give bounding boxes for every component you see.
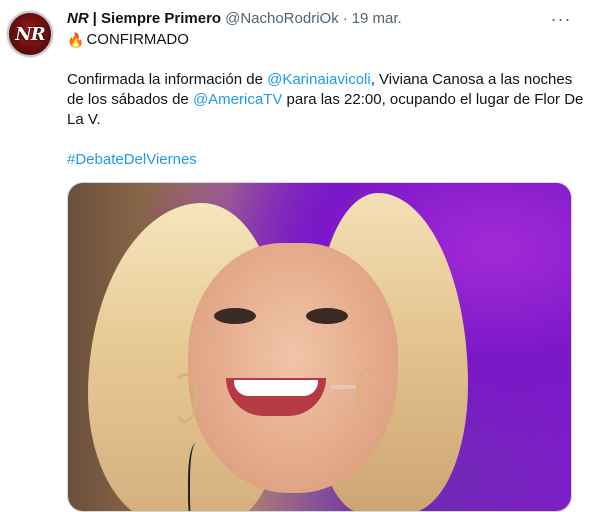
right-earring-shape	[356, 368, 382, 418]
mention-karinaiavicoli[interactable]: @Karinaiavicoli	[267, 71, 371, 88]
tweet-paragraph: Confirmada la información de @Karinaiavi…	[67, 70, 587, 130]
meta-separator: ·	[342, 9, 348, 27]
tweet-date[interactable]: 19 mar.	[352, 10, 402, 27]
fire-emoji-icon: 🔥	[67, 32, 85, 48]
tweet-text: 🔥 CONFIRMADO Confirmada la información d…	[67, 30, 587, 170]
mic-cable-shape	[188, 443, 208, 511]
tweet-media-image[interactable]	[67, 182, 572, 512]
author-prefix[interactable]: NR	[67, 10, 89, 27]
author-avatar[interactable]: NR	[6, 10, 54, 58]
teeth-shape	[234, 380, 318, 396]
headset-mic-shape	[330, 385, 356, 389]
confirmed-text: CONFIRMADO	[86, 31, 189, 48]
more-dots-icon: ···	[550, 8, 572, 29]
tweet-header: NR | Siempre Primero @NachoRodriOk · 19 …	[67, 8, 402, 28]
author-handle[interactable]: @NachoRodriOk	[225, 10, 339, 27]
left-earring-shape	[172, 373, 198, 423]
truncated-previous-tweet-strip	[0, 0, 596, 5]
more-options-button[interactable]: ···	[548, 6, 574, 32]
tweet-first-line: 🔥 CONFIRMADO	[67, 30, 587, 50]
avatar-text: NR	[15, 23, 45, 45]
avatar-logo: NR	[7, 11, 53, 57]
right-eye-shape	[306, 308, 348, 324]
hashtag-link[interactable]: #DebateDelViernes	[67, 150, 587, 170]
left-eye-shape	[214, 308, 256, 324]
author-name[interactable]: | Siempre Primero	[93, 10, 221, 27]
mention-americatv[interactable]: @AmericaTV	[193, 91, 282, 108]
paragraph-text-1: Confirmada la información de	[67, 71, 268, 88]
